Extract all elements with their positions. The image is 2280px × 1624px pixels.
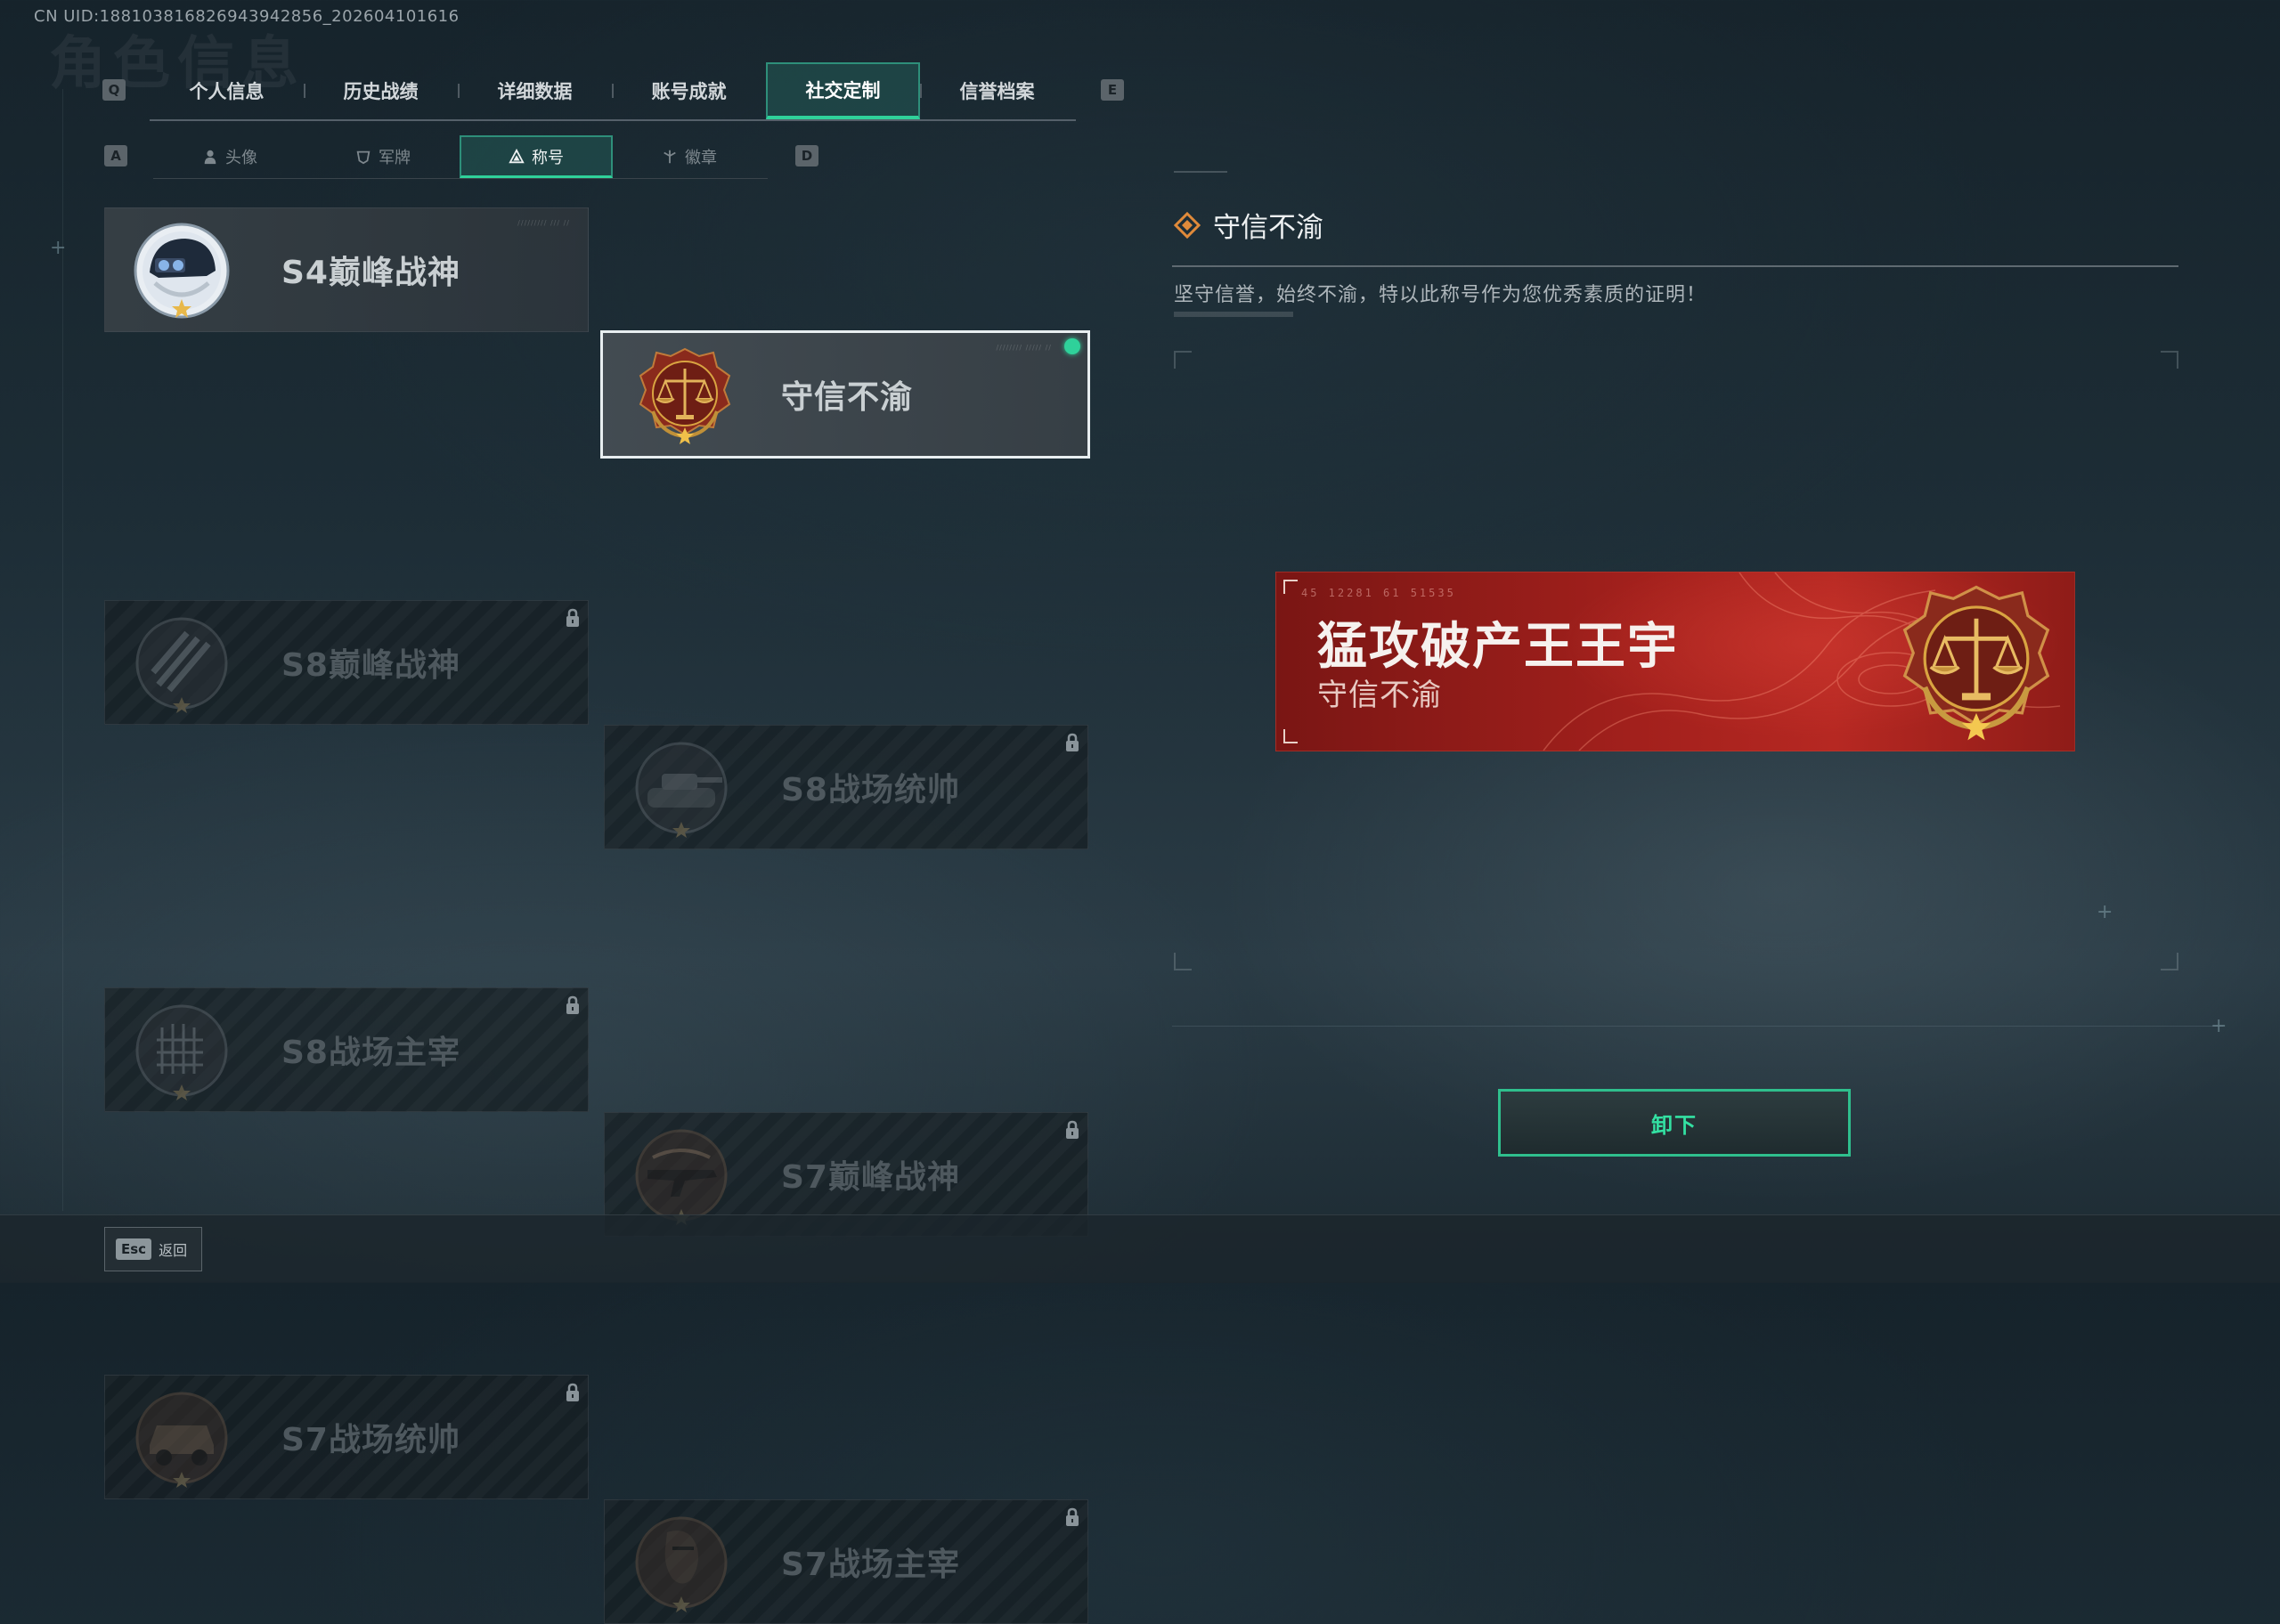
lock-icon	[566, 1383, 579, 1401]
tank-emblem-icon	[635, 742, 728, 838]
esc-key-label: Esc	[116, 1238, 152, 1260]
card-micro-text: ///////// /// //	[517, 219, 570, 227]
title-card-s8-peak-god[interactable]: S8巅峰战神	[104, 600, 589, 725]
lock-icon	[1066, 1507, 1079, 1526]
panel-corner	[2161, 351, 2178, 369]
panel-corner	[1174, 953, 1192, 970]
back-label: 返回	[159, 1242, 188, 1259]
title-card-s8-battlefield-ruler[interactable]: S8战场主宰	[104, 987, 589, 1112]
person-icon	[204, 150, 216, 165]
title-card-s4-peak-god[interactable]: ///////// /// // S4巅峰战神	[104, 207, 589, 332]
unequip-button[interactable]: 卸下	[1498, 1089, 1851, 1157]
panel-bottom-line	[1172, 1026, 2223, 1027]
detail-deco-line	[1174, 171, 1227, 173]
subtab-avatar[interactable]: 头像	[153, 135, 306, 178]
banner-title-text: 守信不渝	[1317, 678, 1442, 713]
detail-description: 坚守信誉，始终不渝，特以此称号作为您优秀素质的证明！	[1174, 284, 1707, 306]
title-card-s7-battlefield-ruler[interactable]: S7战场主宰	[604, 1499, 1088, 1624]
title-card-label: 守信不渝	[781, 379, 914, 416]
scales-emblem-icon	[1902, 585, 2050, 741]
lock-icon	[566, 995, 579, 1014]
subtab-title[interactable]: 称号	[460, 135, 613, 178]
subtab-avatar-label: 头像	[225, 149, 257, 167]
tab-match-history[interactable]: 历史战绩	[304, 62, 458, 119]
subtab-prev-key[interactable]: A	[104, 145, 127, 166]
title-icon	[509, 148, 525, 163]
tab-credit-record[interactable]: 信誉档案	[920, 62, 1074, 119]
tab-prev-key[interactable]: Q	[102, 79, 126, 101]
subtab-dogtag-label: 军牌	[379, 149, 411, 167]
detail-header: 守信不渝	[1174, 205, 1323, 245]
title-card-label: S7战场主宰	[781, 1547, 960, 1583]
title-card-keep-faith[interactable]: //////// ///// // 守信不渝	[600, 330, 1090, 459]
dogtag-icon	[356, 150, 370, 165]
card-micro-text: //////// ///// //	[996, 344, 1052, 352]
detail-title: 守信不渝	[1213, 212, 1323, 244]
banner-corner	[1283, 580, 1298, 594]
subtab-badge[interactable]: 徽章	[613, 135, 766, 178]
title-card-label: S8战场主宰	[281, 1035, 460, 1071]
subtab-dogtag[interactable]: 军牌	[306, 135, 460, 178]
lock-icon	[566, 608, 579, 627]
title-card-label: S7战场统帅	[281, 1422, 460, 1458]
lock-icon	[1066, 1120, 1079, 1139]
panel-corner	[1174, 351, 1192, 369]
title-card-label: S8巅峰战神	[281, 647, 460, 684]
stripes-emblem-icon	[135, 617, 228, 713]
title-card-label: S8战场统帅	[781, 772, 960, 808]
rocket-emblem-icon	[135, 1004, 228, 1100]
tab-achievements[interactable]: 账号成就	[612, 62, 766, 119]
main-tabs: 个人信息 历史战绩 详细数据 账号成就 社交定制 信誉档案	[150, 62, 1076, 121]
banner-player-name: 猛攻破产王王宇	[1317, 618, 1679, 676]
frame-plus-marker: +	[2097, 901, 2113, 923]
title-banner-preview: 45 12281 61 51535 猛攻破产王王宇 守信不渝	[1275, 572, 2075, 751]
title-card-label: S4巅峰战神	[281, 255, 460, 291]
tab-personal-info[interactable]: 个人信息	[150, 62, 304, 119]
panel-corner	[2161, 953, 2178, 970]
back-button[interactable]: Esc 返回	[104, 1227, 202, 1271]
detail-divider	[1172, 265, 2178, 267]
scales-emblem-icon	[639, 347, 731, 444]
helmet-emblem-icon	[134, 223, 230, 319]
title-card-s7-field-marshal[interactable]: S7战场统帅	[104, 1375, 589, 1499]
detail-progress-deco	[1174, 312, 1293, 317]
banner-corner	[1283, 729, 1298, 743]
tab-next-key[interactable]: E	[1101, 79, 1124, 101]
subtab-title-label: 称号	[532, 148, 564, 167]
tab-detailed-data[interactable]: 详细数据	[458, 62, 612, 119]
vehicle-emblem-icon	[135, 1392, 228, 1488]
banner-code-text: 45 12281 61 51535	[1301, 587, 1456, 599]
rifle-emblem-icon	[635, 1129, 728, 1225]
bottom-bar	[0, 1214, 2280, 1283]
subtab-badge-label: 徽章	[685, 149, 717, 167]
lock-icon	[1066, 733, 1079, 751]
tab-social-custom[interactable]: 社交定制	[766, 62, 920, 119]
badge-icon	[664, 150, 676, 164]
frame-plus-marker: +	[50, 237, 67, 259]
sub-tabs: 头像 军牌 称号 徽章	[153, 135, 768, 179]
equipped-indicator	[1064, 338, 1080, 354]
subtab-next-key[interactable]: D	[795, 145, 818, 166]
title-card-s8-field-marshal[interactable]: S8战场统帅	[604, 725, 1088, 849]
soldier-emblem-icon	[635, 1516, 728, 1612]
diamond-icon	[1174, 211, 1201, 239]
